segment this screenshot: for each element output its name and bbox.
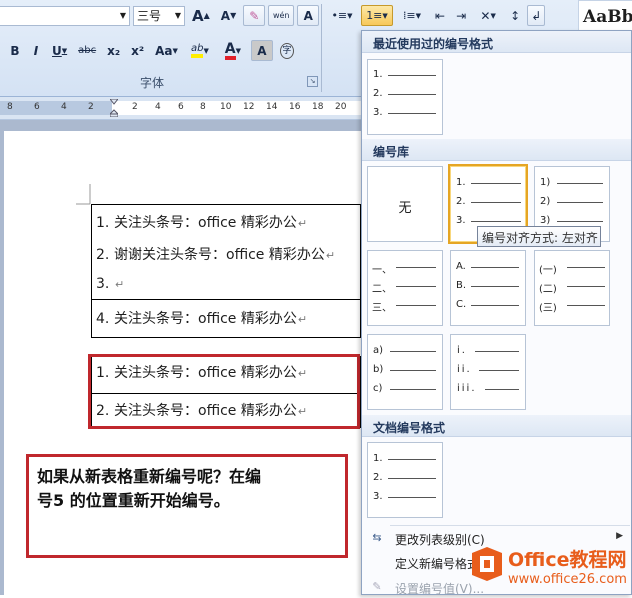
document-formats-header: 文档编号格式 (362, 415, 631, 437)
chinese-layout-icon: ✕ (480, 8, 491, 23)
ruler-margin (0, 101, 112, 115)
strikethrough-button[interactable]: abc (74, 40, 100, 61)
paragraph-mark-icon: ↲ (531, 8, 542, 23)
sort-button[interactable]: ↕ (506, 5, 524, 26)
ruler-label: 4 (61, 102, 67, 112)
chevron-down-icon: ▼ (174, 11, 181, 20)
list-item[interactable]: 4. 关注头条号：office 精彩办公↵ (96, 308, 307, 328)
site-watermark: Office教程网 www.office26.com (470, 545, 632, 595)
format-none-tile[interactable]: 无 (367, 166, 443, 242)
format-chinese-tile[interactable]: 一、 二、 三、 (367, 250, 443, 326)
horizontal-ruler[interactable]: 8 6 4 2 2 4 6 8 10 12 14 16 18 20 (0, 97, 362, 120)
clear-format-button[interactable]: ✎ (243, 5, 266, 26)
ruler-label: 12 (243, 102, 255, 112)
format-lower-alpha-tile[interactable]: a) b) c) (367, 334, 443, 410)
margin-corner-mark (76, 184, 91, 205)
bold-button[interactable]: B (6, 40, 24, 61)
ruler-label: 6 (178, 102, 184, 112)
indent-icon: ⇥ (456, 8, 467, 23)
ruler-label: 2 (132, 102, 138, 112)
format-chinese-paren-tile[interactable]: (一) (二) (三) (534, 250, 610, 326)
enclosed-char-icon: 字 (279, 42, 294, 59)
table-border (92, 299, 360, 300)
menu-separator (390, 525, 630, 526)
subscript-button[interactable]: x₂ (103, 40, 124, 61)
change-case-button[interactable]: Aa ▼ (151, 40, 182, 61)
phonetic-guide-button[interactable]: wén (268, 5, 295, 26)
format-lower-roman-tile[interactable]: i. ii. iii. (450, 334, 526, 410)
shrink-font-button[interactable]: A ▼ (217, 5, 240, 26)
dialog-launcher-icon[interactable]: ↘ (307, 76, 318, 87)
numbered-list-icon: 1≡ (366, 9, 383, 22)
ruler-label: 14 (266, 102, 278, 112)
format-upper-alpha-tile[interactable]: A. B. C. (450, 250, 526, 326)
outdent-icon: ⇤ (435, 8, 446, 23)
numbering-library-header: 编号库 (362, 139, 631, 161)
highlight-button[interactable]: ab ▼ (185, 40, 215, 61)
indent-marker-icon[interactable] (110, 99, 118, 117)
set-value-icon: ✎ (372, 580, 382, 593)
highlight-frame (88, 354, 360, 429)
chinese-layout-button[interactable]: ✕ ▼ (473, 5, 503, 26)
eraser-icon: ✎ (249, 8, 260, 23)
list-item[interactable]: 1. 关注头条号：office 精彩办公↵ (96, 212, 307, 232)
italic-button[interactable]: I (27, 40, 45, 61)
font-group-label: 字体 (140, 76, 165, 90)
list-item[interactable]: 2. 谢谢关注头条号：office 精彩办公↵ (96, 244, 335, 264)
ruler-label: 20 (335, 102, 347, 112)
chevron-down-icon: ▼ (119, 11, 126, 20)
table-border (92, 337, 360, 338)
ruler-label: 8 (7, 102, 13, 112)
watermark-url: www.office26.com (508, 572, 627, 587)
font-color-button[interactable]: A ▼ (218, 40, 248, 61)
list-level-icon: ⇆ (372, 531, 382, 544)
underline-button[interactable]: U ▼ (48, 40, 71, 61)
ruler-label: 18 (312, 102, 324, 112)
ruler-label: 2 (88, 102, 94, 112)
multilevel-list-icon: ⁞≡ (402, 9, 416, 22)
font-name-combo[interactable]: ▼ (0, 5, 130, 26)
numbering-dropdown[interactable]: 最近使用过的编号格式 1. 2. 3. 编号库 无 1. 2. 3. 1) 2)… (361, 30, 632, 596)
increase-indent-button[interactable]: ⇥ (452, 5, 470, 26)
grow-font-button[interactable]: A ▲ (188, 5, 214, 26)
watermark-title: Office教程网 (508, 549, 627, 571)
bullet-list-icon: •≡ (331, 8, 348, 22)
callout-text: 如果从新表格重新编号呢？在编 号5 的位置重新开始编号。 (37, 467, 262, 510)
ruler-label: 4 (155, 102, 161, 112)
superscript-button[interactable]: x² (127, 40, 148, 61)
ruler-label: 10 (220, 102, 232, 112)
list-item[interactable]: 3. ↵ (96, 276, 124, 292)
group-divider (321, 4, 322, 92)
sort-icon: ↕ (510, 8, 521, 23)
ruler-label: 6 (34, 102, 40, 112)
char-border-button[interactable]: A (297, 5, 320, 26)
recent-format-tile[interactable]: 1. 2. 3. (367, 59, 443, 135)
multilevel-list-button[interactable]: ⁞≡ ▼ (396, 5, 428, 26)
office-logo-icon (472, 547, 502, 581)
alignment-tooltip: 编号对齐方式: 左对齐 (477, 226, 601, 247)
callout-box: 如果从新表格重新编号呢？在编 号5 的位置重新开始编号。 (26, 454, 348, 558)
enclose-char-button[interactable]: 字 (276, 40, 298, 61)
document-format-tile[interactable]: 1. 2. 3. (367, 442, 443, 518)
numbered-table-1[interactable]: 1. 关注头条号：office 精彩办公↵ 2. 谢谢关注头条号：office 精彩… (91, 204, 361, 338)
font-size-combo[interactable]: 三号 ▼ (133, 5, 185, 26)
ruler-label: 16 (289, 102, 301, 112)
table-border (92, 204, 360, 205)
recent-formats-header: 最近使用过的编号格式 (362, 31, 631, 53)
decrease-indent-button[interactable]: ⇤ (431, 5, 449, 26)
submenu-arrow-icon: ▶ (616, 531, 623, 541)
show-marks-button[interactable]: ↲ (527, 5, 546, 26)
bullets-button[interactable]: •≡ ▼ (326, 5, 358, 26)
ruler-label: 8 (200, 102, 206, 112)
numbering-button[interactable]: 1≡ ▼ (361, 5, 393, 26)
char-shading-button[interactable]: A (250, 40, 273, 61)
